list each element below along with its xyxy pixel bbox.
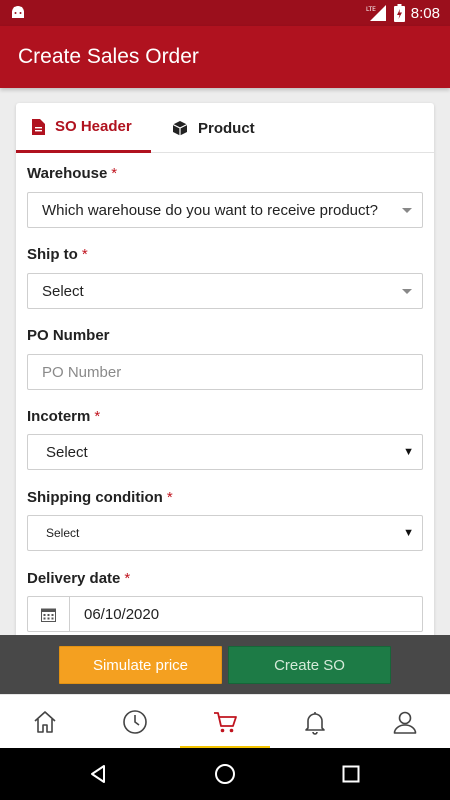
system-nav-bar bbox=[0, 748, 450, 800]
create-so-button[interactable]: Create SO bbox=[228, 646, 391, 684]
cart-icon bbox=[214, 712, 237, 733]
action-bar: Simulate price Create SO bbox=[0, 635, 450, 694]
delivery-date-label: Delivery date * bbox=[27, 570, 131, 587]
form-card: SO Header Product Warehouse * Which wareh… bbox=[16, 103, 434, 643]
delivery-date-input[interactable]: 06/10/2020 bbox=[27, 596, 423, 632]
battery-icon bbox=[393, 4, 405, 22]
incoterm-select[interactable]: Select ▼ bbox=[27, 434, 423, 470]
document-icon bbox=[32, 118, 45, 135]
warehouse-label: Warehouse * bbox=[27, 165, 118, 182]
bottom-nav bbox=[0, 694, 450, 749]
po-number-label: PO Number bbox=[27, 327, 110, 344]
ship-to-select[interactable]: Select bbox=[27, 273, 423, 309]
home-icon bbox=[34, 711, 56, 733]
ship-to-label: Ship to * bbox=[27, 246, 88, 263]
nav-home[interactable] bbox=[0, 695, 90, 749]
warehouse-select[interactable]: Which warehouse do you want to receive p… bbox=[27, 192, 423, 228]
bell-icon bbox=[305, 712, 325, 735]
clock-icon bbox=[123, 710, 147, 734]
status-bar: LTE 8:08 bbox=[0, 0, 450, 26]
clock-time: 8:08 bbox=[410, 4, 440, 22]
app-bar: Create Sales Order bbox=[0, 26, 450, 88]
nav-cart[interactable] bbox=[180, 695, 270, 749]
nav-profile[interactable] bbox=[360, 695, 450, 749]
po-number-input[interactable]: PO Number bbox=[27, 354, 423, 390]
recents-icon[interactable] bbox=[321, 748, 381, 800]
chevron-down-icon: ▼ bbox=[403, 527, 414, 539]
svg-text:LTE: LTE bbox=[366, 6, 376, 13]
simulate-price-button[interactable]: Simulate price bbox=[59, 646, 222, 684]
lte-signal-icon: LTE bbox=[366, 5, 386, 21]
tab-bar: SO Header Product bbox=[16, 103, 434, 153]
nav-history[interactable] bbox=[90, 695, 180, 749]
shipping-condition-select[interactable]: Select ▼ bbox=[27, 515, 423, 551]
calendar-icon[interactable] bbox=[28, 597, 70, 631]
chevron-down-icon bbox=[402, 207, 412, 213]
back-icon[interactable] bbox=[68, 748, 128, 800]
tab-label: Product bbox=[198, 119, 255, 137]
tab-label: SO Header bbox=[55, 118, 132, 135]
chevron-down-icon bbox=[402, 288, 412, 294]
home-circle-icon[interactable] bbox=[195, 748, 255, 800]
chevron-down-icon: ▼ bbox=[403, 446, 414, 458]
incoterm-label: Incoterm * bbox=[27, 408, 101, 425]
tab-product[interactable]: Product bbox=[172, 103, 255, 153]
shipping-condition-label: Shipping condition * bbox=[27, 489, 173, 506]
tab-so-header[interactable]: SO Header bbox=[16, 103, 151, 153]
android-icon bbox=[12, 6, 24, 18]
nav-notifications[interactable] bbox=[270, 695, 360, 749]
box-icon bbox=[172, 121, 188, 136]
page-title: Create Sales Order bbox=[18, 45, 199, 68]
user-icon bbox=[393, 711, 417, 734]
